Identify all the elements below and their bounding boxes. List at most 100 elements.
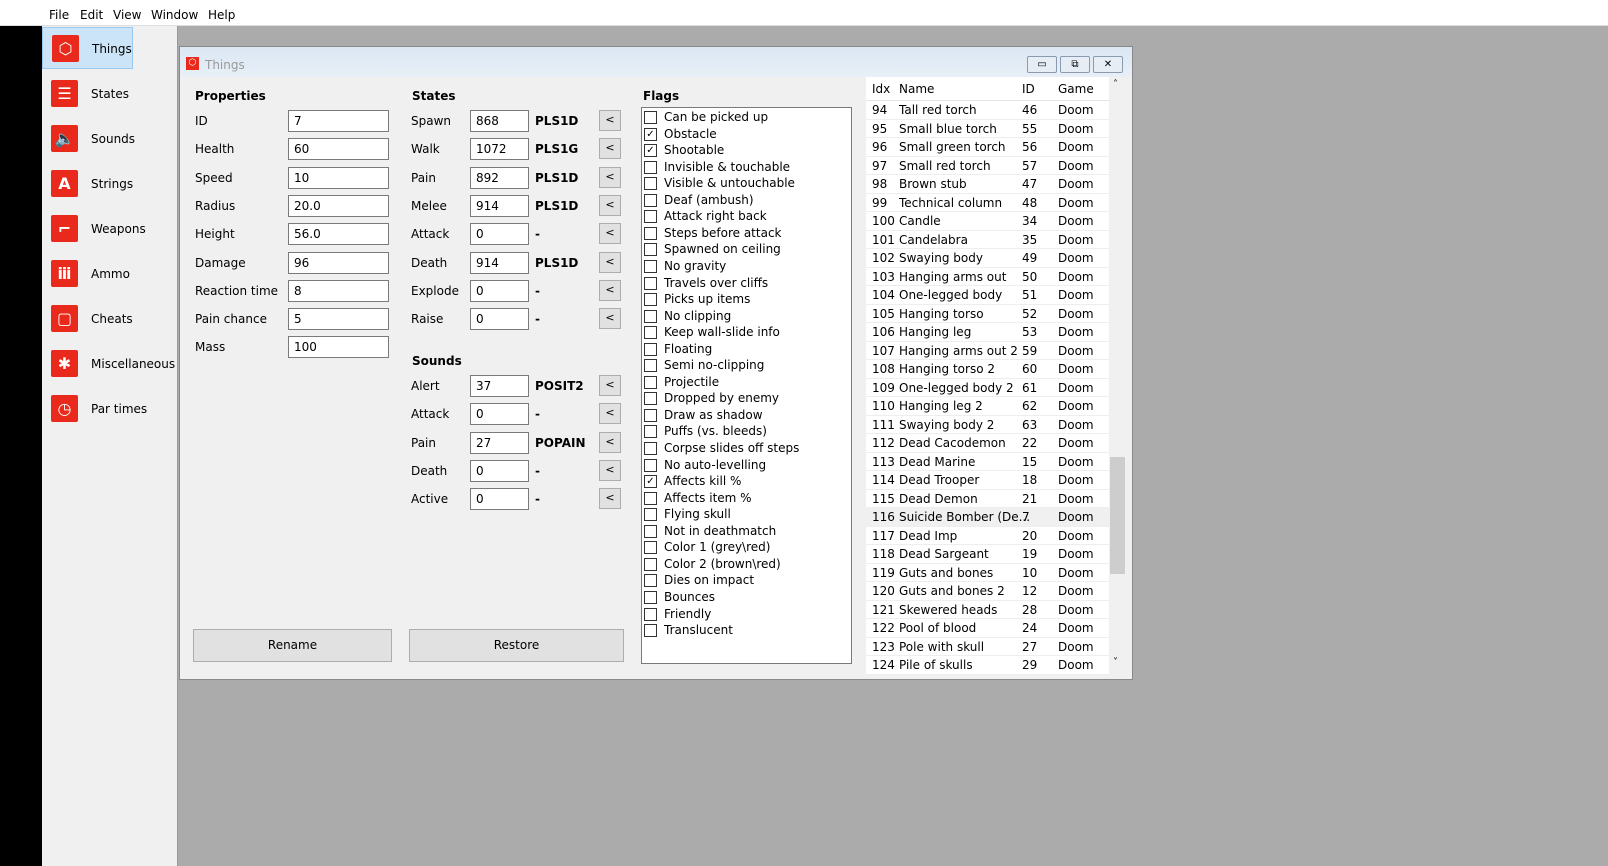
checkbox[interactable]	[644, 259, 657, 273]
checkbox[interactable]	[644, 590, 657, 604]
state-melee-field[interactable]: 914	[470, 194, 529, 217]
table-row[interactable]: 101 Candelabra 35 Doom	[866, 231, 1109, 249]
table-row[interactable]: 100 Candle 34 Doom	[866, 212, 1109, 231]
checkbox[interactable]	[644, 326, 657, 340]
checkbox[interactable]	[644, 359, 657, 373]
property-health-field[interactable]: 60	[288, 138, 389, 161]
sidebar-item-states[interactable]: ☰ States	[42, 73, 178, 115]
checkbox-checked[interactable]: ✓	[644, 144, 657, 158]
checkbox[interactable]	[644, 392, 657, 406]
checkbox-checked[interactable]: ✓	[644, 127, 657, 141]
checkbox[interactable]	[644, 375, 657, 389]
sound-death-field[interactable]: 0	[470, 459, 529, 482]
table-row[interactable]: 104 One-legged body 51 Doom	[866, 286, 1109, 305]
table-row[interactable]: 114 Dead Trooper 18 Doom	[866, 471, 1109, 490]
scrollbar-thumb[interactable]	[1110, 457, 1125, 574]
sidebar-item-cheats[interactable]: ▢ Cheats	[42, 298, 178, 340]
checkbox[interactable]	[644, 574, 657, 588]
menu-view[interactable]: View	[113, 8, 141, 22]
table-row[interactable]: 110 Hanging leg 2 62 Doom	[866, 397, 1109, 416]
sidebar-item-miscellaneous[interactable]: ✱ Miscellaneous	[42, 343, 178, 385]
sound-pain-field[interactable]: 27	[470, 431, 529, 454]
sidebar-item-par-times[interactable]: ◷ Par times	[42, 388, 178, 430]
state-explode-field[interactable]: 0	[470, 279, 529, 302]
title-bar[interactable]: ⬡ Things ▭ ⧉ ✕	[180, 47, 1132, 77]
table-row[interactable]: 118 Dead Sargeant 19 Doom	[866, 545, 1109, 564]
checkbox[interactable]	[644, 309, 657, 323]
table-row[interactable]: 102 Swaying body 49 Doom	[866, 249, 1109, 268]
checkbox[interactable]	[644, 524, 657, 538]
state-raise-field[interactable]: 0	[470, 308, 529, 331]
table-row[interactable]: 105 Hanging torso 52 Doom	[866, 305, 1109, 323]
table-row[interactable]: 109 One-legged body 2 61 Doom	[866, 379, 1109, 397]
sound-attack-field[interactable]: 0	[470, 403, 529, 426]
table-row[interactable]: 116 Suicide Bomber (De... 7 Doom	[866, 508, 1109, 527]
menu-window[interactable]: Window	[151, 8, 198, 22]
property-damage-field[interactable]: 96	[288, 251, 389, 274]
set-state-button[interactable]: <	[599, 166, 621, 188]
checkbox[interactable]	[644, 408, 657, 422]
property-radius-field[interactable]: 20.0	[288, 194, 389, 217]
sidebar-item-things[interactable]: ⬡ Things	[42, 27, 133, 69]
checkbox[interactable]	[644, 243, 657, 257]
property-reaction-time-field[interactable]: 8	[288, 279, 389, 302]
table-row[interactable]: 120 Guts and bones 2 12 Doom	[866, 582, 1109, 601]
table-row[interactable]: 122 Pool of blood 24 Doom	[866, 619, 1109, 638]
checkbox[interactable]	[644, 210, 657, 224]
scroll-down-icon[interactable]: ˅	[1113, 657, 1118, 668]
checkbox[interactable]	[644, 624, 657, 638]
table-row[interactable]: 119 Guts and bones 10 Doom	[866, 564, 1109, 582]
property-height-field[interactable]: 56.0	[288, 223, 389, 246]
checkbox[interactable]	[644, 425, 657, 439]
state-death-field[interactable]: 914	[470, 251, 529, 274]
table-row[interactable]: 95 Small blue torch 55 Doom	[866, 120, 1109, 138]
table-row[interactable]: 121 Skewered heads 28 Doom	[866, 601, 1109, 619]
table-row[interactable]: 112 Dead Cacodemon 22 Doom	[866, 434, 1109, 453]
rename-button[interactable]: Rename	[193, 629, 392, 662]
set-state-button[interactable]: <	[599, 194, 621, 216]
column-header-id[interactable]: ID	[1022, 82, 1035, 96]
sidebar-item-sounds[interactable]: 🔈 Sounds	[42, 118, 178, 160]
table-row[interactable]: 98 Brown stub 47 Doom	[866, 175, 1109, 194]
table-row[interactable]: 97 Small red torch 57 Doom	[866, 157, 1109, 175]
state-spawn-field[interactable]: 868	[470, 110, 529, 132]
sound-alert-field[interactable]: 37	[470, 375, 529, 397]
scroll-up-icon[interactable]: ˄	[1113, 79, 1118, 90]
set-state-button[interactable]: <	[599, 138, 621, 160]
checkbox[interactable]	[644, 193, 657, 207]
property-mass-field[interactable]: 100	[288, 336, 389, 359]
table-row[interactable]: 111 Swaying body 2 63 Doom	[866, 416, 1109, 434]
property-speed-field[interactable]: 10	[288, 166, 389, 189]
table-row[interactable]: 106 Hanging leg 53 Doom	[866, 323, 1109, 342]
table-row[interactable]: 103 Hanging arms out 50 Doom	[866, 268, 1109, 286]
menu-edit[interactable]: Edit	[80, 8, 103, 22]
checkbox[interactable]	[644, 541, 657, 555]
flags-list[interactable]: Can be picked up ✓ Obstacle ✓ Shootable Invis…	[641, 107, 852, 664]
set-state-button[interactable]: <	[599, 223, 621, 245]
column-header-name[interactable]: Name	[899, 82, 934, 96]
checkbox[interactable]	[644, 508, 657, 522]
sound-active-field[interactable]: 0	[470, 488, 529, 511]
minimize-button[interactable]: ▭	[1027, 56, 1057, 73]
table-row[interactable]: 123 Pole with skull 27 Doom	[866, 638, 1109, 656]
table-row[interactable]: 117 Dead Imp 20 Doom	[866, 527, 1109, 545]
set-state-button[interactable]: <	[599, 251, 621, 273]
vertical-scrollbar[interactable]: ˄ ˅	[1109, 77, 1126, 674]
menu-help[interactable]: Help	[208, 8, 235, 22]
state-attack-field[interactable]: 0	[470, 223, 529, 246]
checkbox[interactable]	[644, 557, 657, 571]
set-state-button[interactable]: <	[599, 110, 621, 131]
set-sound-button[interactable]: <	[599, 403, 621, 425]
column-header-idx[interactable]: Idx	[872, 82, 890, 96]
table-row[interactable]: 99 Technical column 48 Doom	[866, 194, 1109, 212]
checkbox[interactable]	[644, 226, 657, 240]
table-row[interactable]: 115 Dead Demon 21 Doom	[866, 490, 1109, 508]
checkbox[interactable]	[644, 607, 657, 621]
checkbox[interactable]	[644, 442, 657, 455]
state-walk-field[interactable]: 1072	[470, 138, 529, 161]
checkbox[interactable]	[644, 342, 657, 356]
table-row[interactable]: 94 Tall red torch 46 Doom	[866, 101, 1109, 120]
sidebar-item-weapons[interactable]: ⌐ Weapons	[42, 208, 178, 250]
checkbox-checked[interactable]: ✓	[644, 475, 657, 489]
table-row[interactable]: 107 Hanging arms out 2 59 Doom	[866, 342, 1109, 360]
